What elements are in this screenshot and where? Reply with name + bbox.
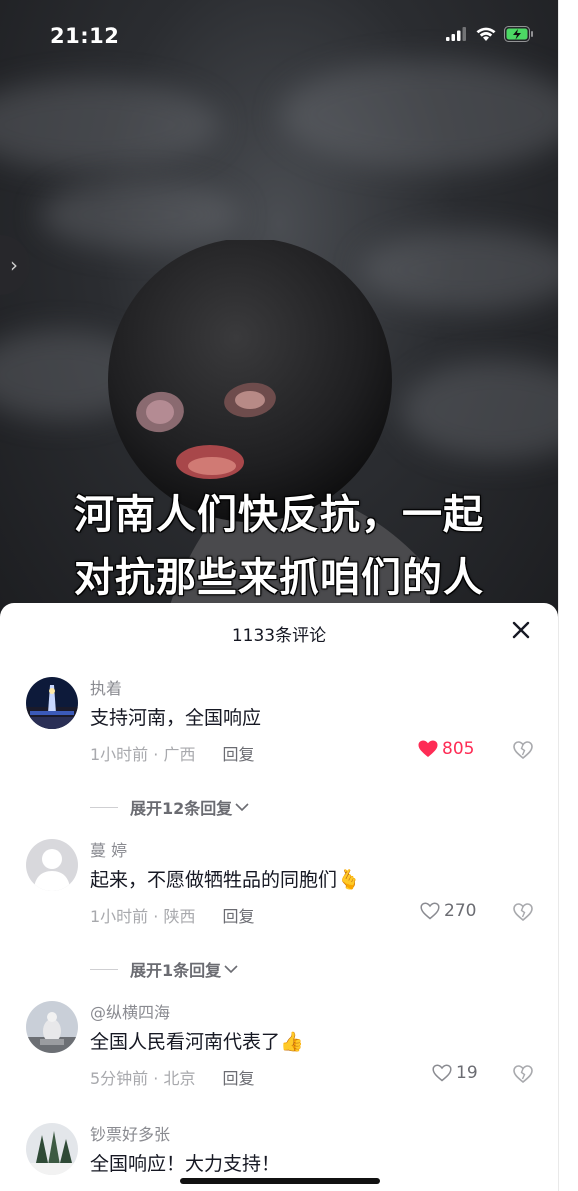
- close-icon: [512, 621, 530, 639]
- comment-meta: 1小时前 · 陕西 回复: [90, 903, 255, 927]
- comments-sheet: 1133条评论 执着 支持河南，全国响应 1小时前 · 广西 回复 805 展开…: [0, 603, 558, 1191]
- like-count: 19: [456, 1063, 478, 1083]
- emoji: 🫰: [337, 869, 361, 891]
- reply-button[interactable]: 回复: [223, 741, 255, 765]
- video-subtitle-line-2: 对抗那些来抓咱们的人: [74, 555, 484, 601]
- comment-username[interactable]: @纵横四海: [90, 999, 170, 1023]
- chevron-right-icon: ›: [10, 253, 18, 277]
- phone-screen: 21:12 › 河南人们快反抗，一起 对抗那些来抓咱们的人 1133条评论 执着…: [0, 0, 558, 1191]
- avatar-image: [26, 1123, 78, 1175]
- expand-replies-button[interactable]: 展开12条回复: [90, 795, 250, 819]
- comment-text-body: 起来，不愿做牺牲品的同胞们: [90, 869, 338, 891]
- reply-button[interactable]: 回复: [223, 903, 255, 927]
- comment-time-location: 1小时前 · 陕西: [90, 907, 196, 926]
- home-indicator[interactable]: [180, 1178, 380, 1184]
- comment-text: 全国人民看河南代表了👍: [90, 1027, 304, 1054]
- comment-text: 起来，不愿做牺牲品的同胞们🫰: [90, 865, 361, 892]
- battery-charging-icon: [504, 26, 533, 42]
- like-count: 270: [444, 901, 477, 921]
- expand-replies-label: 展开1条回复: [130, 961, 222, 980]
- comment-username[interactable]: 蔓 婷: [90, 837, 127, 861]
- window-edge: [558, 0, 578, 1191]
- divider-dash: [90, 968, 118, 970]
- comment-meta: 1小时前 · 广西 回复: [90, 741, 255, 765]
- avatar[interactable]: [26, 1001, 78, 1053]
- comments-count-title: 1133条评论: [231, 626, 327, 646]
- comment-time-location: 1小时前 · 广西: [90, 745, 196, 764]
- comment-username[interactable]: 钞票好多张: [90, 1121, 170, 1145]
- heart-outline-icon: [432, 1064, 452, 1082]
- comment-text: 全国响应！大力支持！: [90, 1153, 281, 1175]
- heart-filled-icon: [418, 740, 438, 757]
- side-panel-toggle[interactable]: ›: [0, 235, 30, 295]
- broken-heart-icon[interactable]: [512, 901, 534, 923]
- close-button[interactable]: [508, 617, 534, 643]
- avatar[interactable]: [26, 1123, 78, 1175]
- like-button[interactable]: 805: [418, 739, 474, 759]
- chevron-down-icon: [224, 965, 238, 974]
- comment-time-location: 5分钟前 · 北京: [90, 1069, 196, 1088]
- status-icons: [446, 26, 534, 42]
- default-avatar-image: [26, 839, 78, 891]
- video-subtitle-line-1: 河南人们快反抗，一起: [74, 492, 484, 538]
- cloud-decoration: [0, 80, 220, 170]
- like-button[interactable]: 270: [420, 901, 476, 921]
- divider-dash: [90, 806, 118, 808]
- emoji: 👍: [280, 1031, 304, 1053]
- avatar-image: [26, 1001, 78, 1053]
- video-player[interactable]: 21:12 › 河南人们快反抗，一起 对抗那些来抓咱们的人: [0, 0, 558, 640]
- avatar[interactable]: [26, 839, 78, 891]
- broken-heart-icon[interactable]: [512, 1063, 534, 1085]
- avatar[interactable]: [26, 677, 78, 729]
- comment-username[interactable]: 执着: [90, 675, 122, 699]
- heart-outline-icon: [420, 902, 440, 920]
- chevron-down-icon: [235, 803, 249, 812]
- comment-text: 支持河南，全国响应: [90, 707, 262, 729]
- wifi-icon: [476, 27, 496, 41]
- status-time: 21:12: [50, 24, 120, 48]
- comment-meta: 5分钟前 · 北京 回复: [90, 1065, 255, 1089]
- expand-replies-button[interactable]: 展开1条回复: [90, 957, 239, 981]
- like-button[interactable]: 19: [432, 1063, 478, 1083]
- reply-button[interactable]: 回复: [223, 1065, 255, 1089]
- signal-icon: [446, 27, 466, 41]
- comment-text-body: 全国人民看河南代表了: [90, 1031, 281, 1053]
- broken-heart-icon[interactable]: [512, 739, 534, 761]
- like-count: 805: [442, 739, 475, 759]
- status-bar: 21:12: [0, 0, 558, 70]
- cloud-decoration: [280, 60, 558, 170]
- expand-replies-label: 展开12条回复: [130, 799, 233, 818]
- avatar-image: [26, 677, 78, 729]
